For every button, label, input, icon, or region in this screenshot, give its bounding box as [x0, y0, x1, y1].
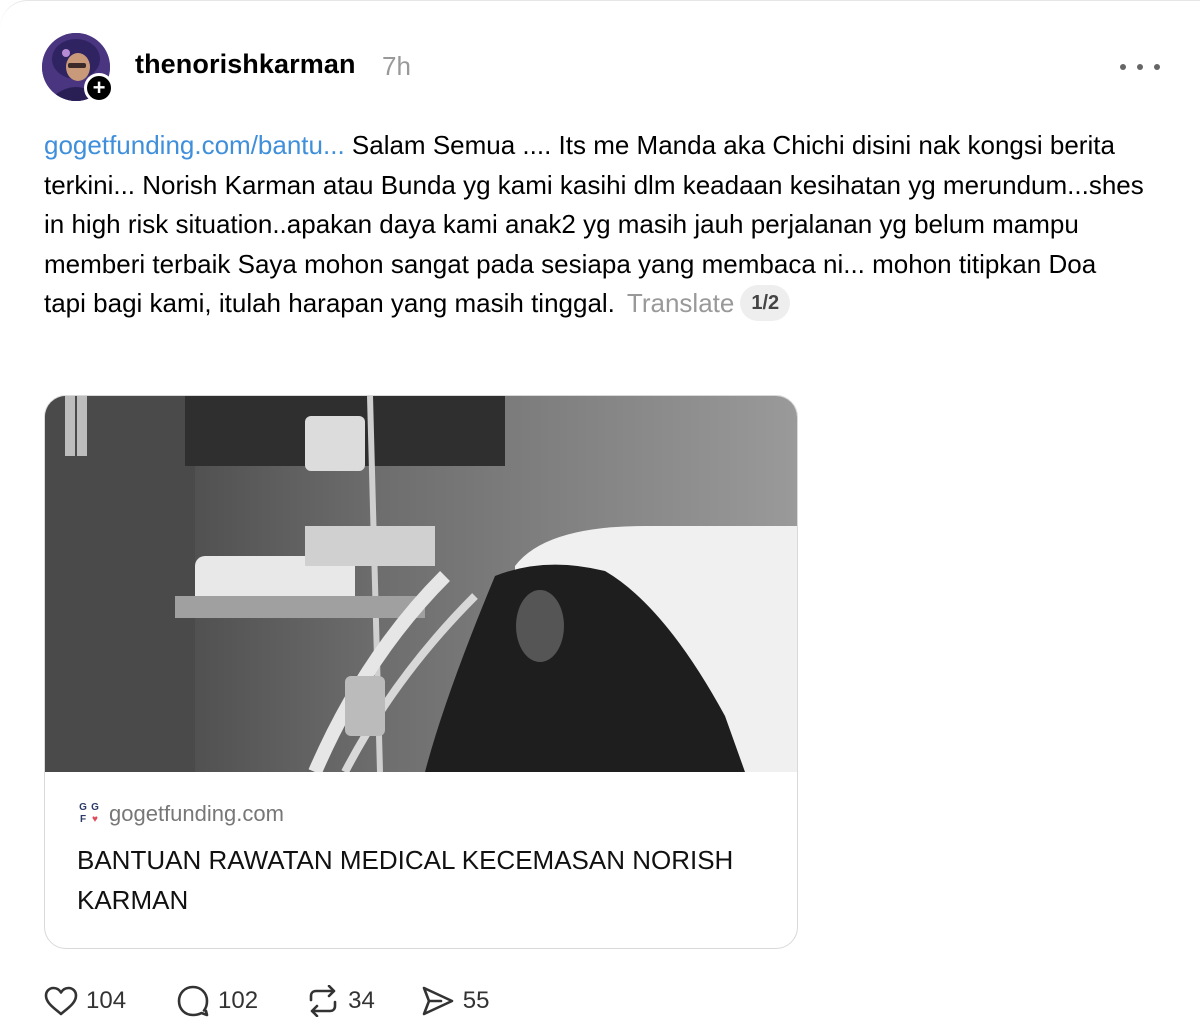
post-timestamp: 7h: [382, 51, 411, 81]
repost-icon: [309, 985, 337, 1017]
link-preview-image: [45, 396, 797, 772]
reply-button[interactable]: 102: [176, 985, 258, 1017]
card-source: GG F ♥ gogetfunding.com: [77, 801, 284, 827]
card-title: BANTUAN RAWATAN MEDICAL KECEMASAN NORISH…: [77, 845, 734, 915]
card-domain: gogetfunding.com: [109, 801, 284, 826]
username[interactable]: thenorishkarman: [135, 49, 356, 80]
page-indicator-badge[interactable]: 1/2: [740, 285, 791, 321]
link-preview-card[interactable]: GG F ♥ gogetfunding.com BANTUAN RAWATAN M…: [44, 395, 798, 949]
post-container: + thenorishkarman 7h gogetfunding.com/ba…: [0, 0, 1200, 1031]
action-bar: 104 102 34 55: [44, 979, 490, 1023]
repost-count: 34: [348, 987, 375, 1014]
gogetfunding-logo-icon: GG F ♥: [79, 802, 99, 825]
repost-button[interactable]: 34: [306, 985, 375, 1017]
like-count: 104: [86, 987, 127, 1014]
reply-count: 102: [218, 987, 259, 1014]
share-count: 55: [462, 987, 490, 1014]
comment-icon: [177, 985, 209, 1017]
post-body: gogetfunding.com/bantu... Salam Semua ..…: [44, 126, 1144, 324]
more-horizontal-icon[interactable]: [1120, 53, 1160, 81]
heart-icon: [44, 986, 78, 1016]
like-button[interactable]: 104: [44, 986, 126, 1016]
translate-link[interactable]: Translate: [627, 288, 734, 318]
share-button[interactable]: 55: [421, 985, 490, 1017]
send-icon: [422, 986, 454, 1016]
post-link[interactable]: gogetfunding.com/bantu...: [44, 130, 345, 160]
follow-plus-icon[interactable]: +: [84, 73, 114, 103]
